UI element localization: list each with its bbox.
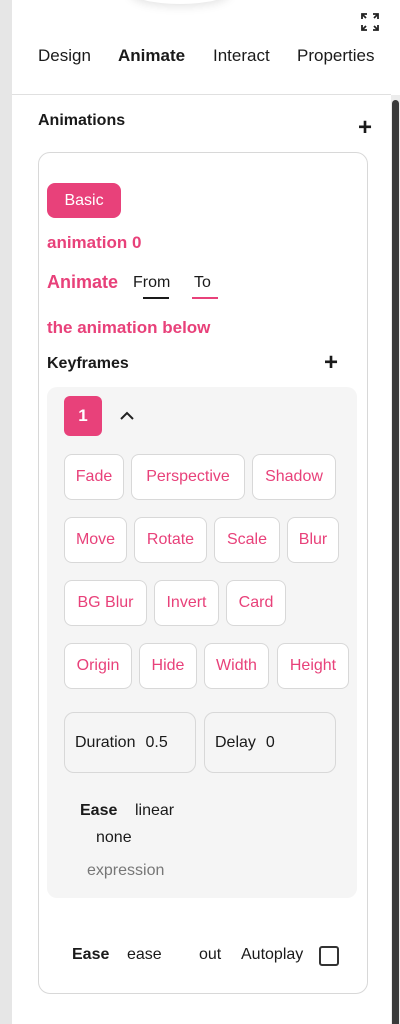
add-keyframe-button[interactable]: + [324, 351, 338, 375]
keyframe-ease-expression[interactable]: expression [87, 862, 164, 880]
property-chip-hide[interactable]: Hide [139, 643, 197, 689]
tab-animate[interactable]: Animate [118, 46, 185, 66]
property-chip-perspective[interactable]: Perspective [131, 454, 245, 500]
animation-type-badge[interactable]: Basic [47, 183, 121, 218]
animation-description: the animation below [47, 318, 211, 337]
from-underline [143, 297, 169, 299]
keyframe-ease-label: Ease [80, 802, 118, 819]
autoplay-checkbox[interactable] [319, 946, 339, 966]
property-chip-blur[interactable]: Blur [287, 517, 339, 563]
property-chip-shadow[interactable]: Shadow [252, 454, 336, 500]
property-chip-fade[interactable]: Fade [64, 454, 124, 500]
property-chip-bg-blur[interactable]: BG Blur [64, 580, 147, 626]
left-panel-edge [0, 0, 12, 1024]
from-tab[interactable]: From [133, 274, 170, 292]
animation-name: animation 0 [47, 233, 142, 252]
tab-design[interactable]: Design [38, 46, 91, 66]
autoplay-label: Autoplay [241, 946, 304, 963]
keyframe-ease-value-2[interactable]: none [96, 829, 132, 847]
property-chip-move[interactable]: Move [64, 517, 127, 563]
property-chip-origin[interactable]: Origin [64, 643, 132, 689]
tab-interact[interactable]: Interact [213, 46, 270, 66]
animations-title: Animations [38, 112, 126, 129]
property-chip-invert[interactable]: Invert [154, 580, 219, 626]
property-chip-card[interactable]: Card [226, 580, 286, 626]
delay-input[interactable] [265, 733, 294, 752]
keyframe-ease-value-1[interactable]: linear [135, 802, 174, 820]
scrollbar-thumb[interactable] [392, 100, 399, 1024]
panel-tabs: Design Animate Interact Properties [12, 40, 391, 95]
expand-icon[interactable] [360, 12, 380, 32]
delay-field: Delay [204, 712, 336, 773]
keyframe-index-badge[interactable]: 1 [64, 396, 102, 436]
to-underline [192, 297, 218, 299]
footer-ease-value-1[interactable]: ease [127, 946, 162, 964]
chevron-up-icon[interactable] [117, 407, 137, 423]
keyframes-title: Keyframes [47, 355, 129, 372]
top-handle [130, 0, 230, 4]
tab-properties[interactable]: Properties [297, 46, 374, 66]
footer-ease-label: Ease [72, 946, 110, 963]
animate-label: Animate [47, 272, 119, 292]
footer-ease-value-2[interactable]: out [199, 946, 221, 964]
add-animation-button[interactable]: + [358, 116, 372, 140]
to-tab[interactable]: To [194, 274, 211, 292]
property-chip-width[interactable]: Width [204, 643, 269, 689]
delay-label: Delay [215, 733, 256, 751]
property-chip-rotate[interactable]: Rotate [134, 517, 207, 563]
duration-field: Duration [64, 712, 196, 773]
property-chip-height[interactable]: Height [277, 643, 349, 689]
duration-input[interactable] [145, 733, 174, 752]
duration-label: Duration [75, 733, 136, 751]
property-chip-scale[interactable]: Scale [214, 517, 280, 563]
